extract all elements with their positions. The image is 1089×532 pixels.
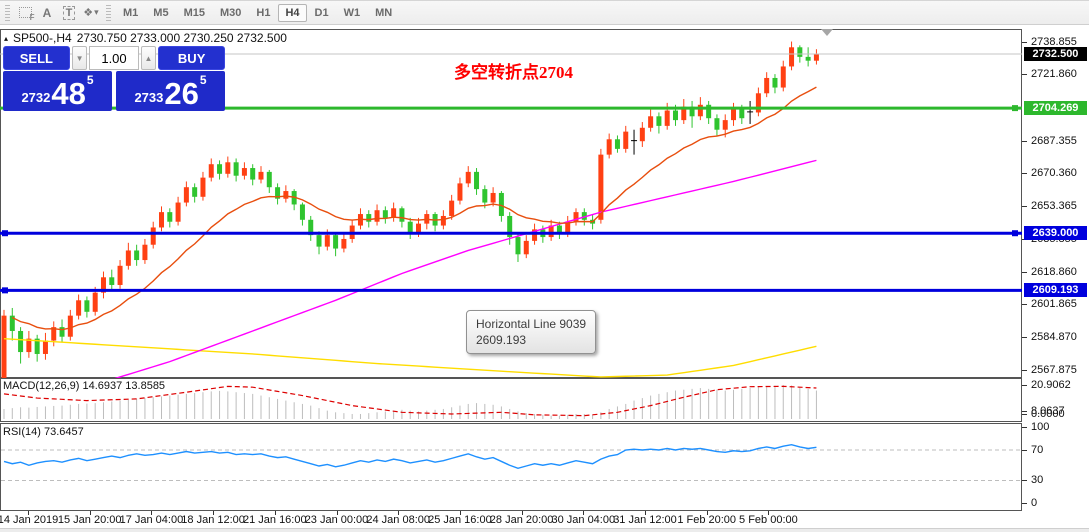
price-tick-mark bbox=[1022, 173, 1027, 175]
chart-text-annotation: 多空转折点2704 bbox=[454, 63, 573, 82]
price-tick-mark bbox=[1022, 336, 1027, 338]
price-badge-2732.500: 2732.500 bbox=[1024, 47, 1087, 61]
rsi-pane[interactable] bbox=[0, 423, 1022, 511]
toolbar-grip[interactable] bbox=[5, 4, 10, 21]
sell-price-display[interactable]: 2732 48 5 bbox=[3, 71, 112, 111]
timeframe-button-M5[interactable]: M5 bbox=[146, 4, 175, 22]
chart-template-icon[interactable]: F bbox=[15, 3, 35, 23]
text-label-icon[interactable]: T bbox=[59, 3, 79, 23]
price-tick-label: 2738.855 bbox=[1031, 35, 1077, 48]
macd-tick-mark bbox=[1022, 385, 1027, 386]
price-tick-label: 2567.875 bbox=[1031, 363, 1077, 376]
macd-label: MACD(12,26,9) 14.6937 13.8585 bbox=[3, 380, 166, 392]
price-tick-label: 2687.355 bbox=[1031, 134, 1077, 147]
price-badge-2704.269: 2704.269 bbox=[1024, 101, 1087, 116]
time-label: 5 Feb 00:00 bbox=[739, 514, 798, 526]
text-label-glyph: T bbox=[62, 5, 76, 20]
timeframe-button-M15[interactable]: M15 bbox=[177, 4, 212, 22]
price-tick-mark bbox=[1022, 41, 1027, 43]
buy-price-big: 26 bbox=[164, 76, 199, 111]
cursor-arrows-icon[interactable]: ❖ ▾ bbox=[81, 3, 101, 23]
buy-price-display[interactable]: 2733 26 5 bbox=[116, 71, 225, 111]
price-tick-mark bbox=[1022, 271, 1027, 273]
chart-symbol-icon: ▴ bbox=[4, 33, 9, 43]
cursor-arrows-glyph: ❖ bbox=[83, 7, 94, 19]
timeframe-button-W1[interactable]: W1 bbox=[337, 4, 368, 22]
rsi-tick-label: 70 bbox=[1031, 444, 1044, 456]
rsi-label: RSI(14) 73.6457 bbox=[3, 426, 84, 438]
dropdown-caret-icon[interactable]: ▾ bbox=[94, 7, 99, 18]
buy-price-prefix: 2733 bbox=[134, 90, 164, 105]
price-tick-label: 2618.860 bbox=[1031, 265, 1077, 278]
chart-symbol: SP500-,H4 bbox=[13, 31, 72, 45]
price-tick-mark bbox=[1022, 369, 1027, 371]
rsi-tick-label: 30 bbox=[1031, 474, 1044, 487]
macd-tick-mark bbox=[1022, 414, 1027, 415]
timeframe-button-M30[interactable]: M30 bbox=[213, 4, 248, 22]
price-tick-mark bbox=[1022, 304, 1027, 306]
price-tick-label: 2584.870 bbox=[1031, 330, 1077, 343]
rsi-tick-mark bbox=[1022, 450, 1027, 451]
price-tick-label: 2670.360 bbox=[1031, 167, 1077, 180]
price-tick-label: 2601.865 bbox=[1031, 298, 1077, 311]
chart-ohlc-values: 2730.750 2733.000 2730.250 2732.500 bbox=[76, 31, 287, 45]
timeframe-button-H4[interactable]: H4 bbox=[278, 3, 307, 22]
hline-handle[interactable] bbox=[2, 230, 8, 237]
macd-tick-mark bbox=[1022, 411, 1027, 412]
buy-button[interactable]: BUY bbox=[158, 46, 226, 70]
price-badge-2609.193: 2609.193 bbox=[1024, 283, 1087, 298]
hline-tooltip: Horizontal Line 9039 2609.193 bbox=[466, 310, 597, 354]
hline-handle[interactable] bbox=[1012, 105, 1018, 112]
toolbar: F A T ❖ ▾ M1 M5 M15 M30 H1 H4 D1 W1 MN bbox=[0, 1, 1089, 25]
timeframe-button-M1[interactable]: M1 bbox=[116, 4, 145, 22]
price-tick-mark bbox=[1022, 140, 1027, 142]
rsi-tick-mark bbox=[1022, 427, 1027, 429]
window-bottom-strip bbox=[0, 528, 1089, 532]
timeframe-button-MN[interactable]: MN bbox=[368, 4, 399, 22]
scroll-to-end-marker[interactable] bbox=[821, 29, 833, 36]
hline-handle[interactable] bbox=[1012, 230, 1018, 237]
rsi-tick-label: 100 bbox=[1031, 421, 1050, 434]
macd-tick-label: 20.9062 bbox=[1031, 379, 1071, 391]
timeframe-button-group: M1 M5 M15 M30 H1 H4 D1 W1 MN bbox=[116, 3, 399, 22]
volume-increase-button[interactable]: ▲ bbox=[140, 46, 157, 70]
chart-title: ▴ SP500-,H4 2730.750 2733.000 2730.250 2… bbox=[4, 31, 287, 45]
hline-tooltip-title: Horizontal Line 9039 bbox=[476, 317, 587, 331]
rsi-tick-label: 0 bbox=[1031, 497, 1038, 510]
text-a-icon[interactable]: A bbox=[37, 3, 57, 23]
price-tick-mark bbox=[1022, 205, 1027, 207]
macd-tick-label: 0.0000 bbox=[1031, 408, 1065, 420]
volume-input[interactable]: 1.00 bbox=[89, 46, 139, 70]
sell-price-prefix: 2732 bbox=[21, 90, 51, 105]
sell-button[interactable]: SELL bbox=[3, 46, 70, 70]
timeframe-button-D1[interactable]: D1 bbox=[308, 4, 336, 22]
rsi-tick-mark bbox=[1022, 480, 1027, 482]
hline-handle[interactable] bbox=[2, 287, 8, 294]
timeframe-button-H1[interactable]: H1 bbox=[249, 4, 277, 22]
sell-price-sup: 5 bbox=[86, 73, 94, 87]
one-click-trade-panel: SELL ▼ 1.00 ▲ BUY 2732 48 5 2733 26 5 bbox=[3, 46, 226, 111]
price-badge-2639.000: 2639.000 bbox=[1024, 226, 1087, 241]
hline-tooltip-value: 2609.193 bbox=[476, 333, 527, 347]
price-tick-label: 2721.860 bbox=[1031, 68, 1077, 81]
sell-price-big: 48 bbox=[51, 76, 86, 111]
volume-decrease-button[interactable]: ▼ bbox=[71, 46, 88, 70]
toolbar-grip-2[interactable] bbox=[106, 4, 111, 21]
price-tick-mark bbox=[1022, 74, 1027, 76]
buy-price-sup: 5 bbox=[199, 73, 207, 87]
trading-terminal-window: F A T ❖ ▾ M1 M5 M15 M30 H1 H4 D1 W1 MN ▴ SP500-,… bbox=[0, 0, 1089, 532]
rsi-tick-mark bbox=[1022, 503, 1027, 505]
price-tick-label: 2653.365 bbox=[1031, 199, 1077, 212]
